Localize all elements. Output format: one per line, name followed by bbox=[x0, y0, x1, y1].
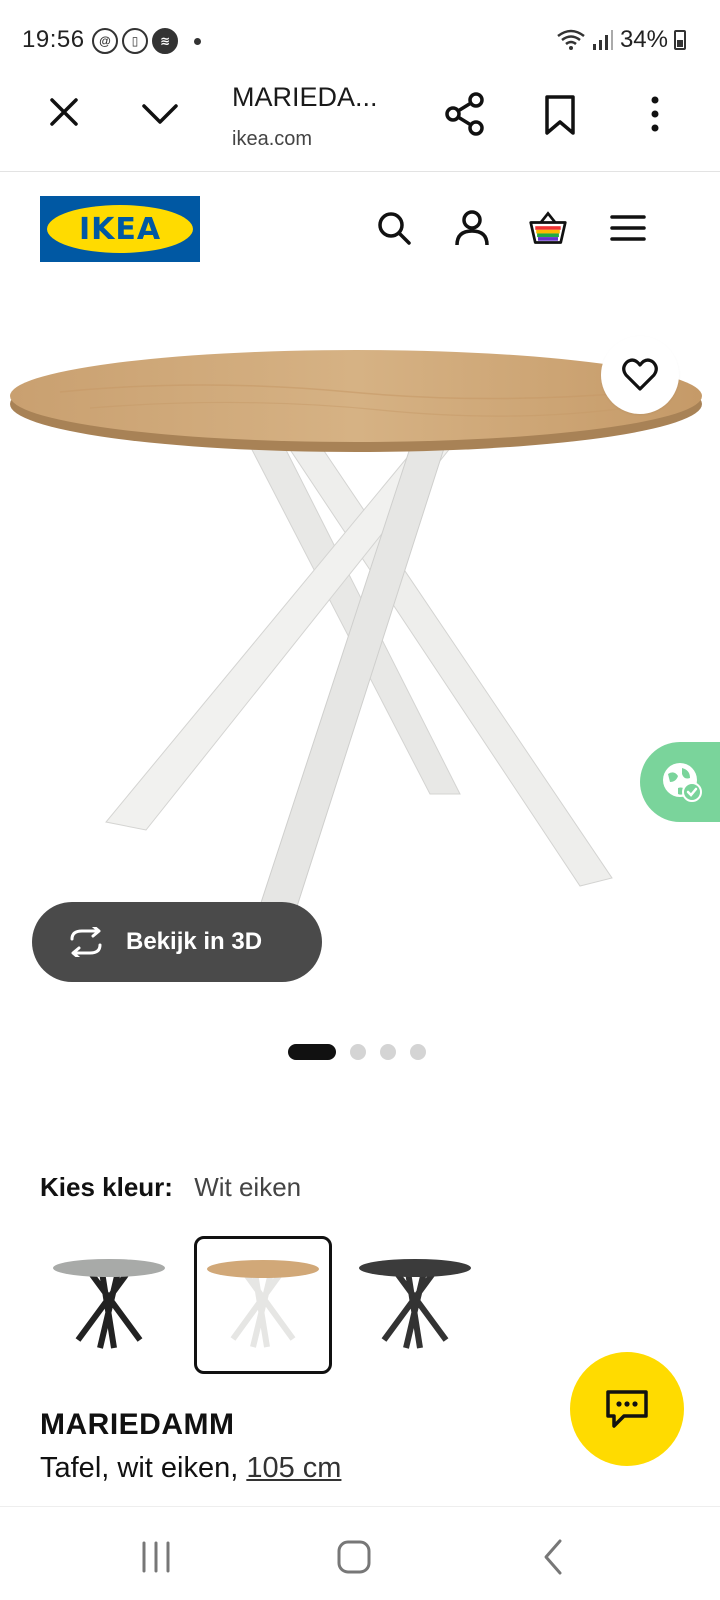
user-icon[interactable] bbox=[452, 208, 492, 248]
battery-icon bbox=[674, 30, 686, 50]
chat-button[interactable] bbox=[570, 1352, 684, 1466]
share-icon[interactable] bbox=[444, 92, 486, 136]
color-swatch-grey[interactable] bbox=[40, 1236, 178, 1374]
search-icon[interactable] bbox=[374, 208, 414, 248]
dot-icon bbox=[194, 37, 201, 45]
view-in-3d-button[interactable]: Bekijk in 3D bbox=[32, 902, 322, 982]
signal-icon bbox=[592, 30, 613, 50]
chevron-down-icon[interactable] bbox=[140, 94, 180, 134]
status-system-icons: 34% bbox=[556, 26, 686, 54]
color-swatch-oak[interactable] bbox=[194, 1236, 332, 1374]
color-selector-label: Kies kleur: Wit eiken bbox=[40, 1172, 301, 1203]
threads-icon: @ bbox=[92, 28, 118, 54]
table-oak-thumbnail bbox=[207, 1260, 319, 1348]
view-in-3d-label: Bekijk in 3D bbox=[126, 928, 263, 955]
carousel-dot[interactable] bbox=[410, 1044, 426, 1060]
heart-icon bbox=[622, 358, 658, 391]
battery-percent: 34% bbox=[619, 26, 668, 53]
menu-icon[interactable] bbox=[608, 208, 648, 248]
phone-icon: ▯ bbox=[122, 28, 148, 54]
color-value: Wit eiken bbox=[194, 1172, 302, 1202]
status-notification-icons: @ ▯ ≋ bbox=[92, 28, 201, 54]
carousel-dot[interactable] bbox=[350, 1044, 366, 1060]
ikea-logo-text: IKEA bbox=[78, 211, 162, 247]
image-carousel-indicator bbox=[288, 1044, 426, 1060]
more-options-icon[interactable] bbox=[640, 94, 670, 134]
table-grey-thumbnail bbox=[53, 1259, 165, 1349]
system-navigation-bar bbox=[0, 1506, 720, 1600]
color-swatch-black[interactable] bbox=[346, 1236, 484, 1374]
table-black-thumbnail bbox=[359, 1259, 471, 1349]
site-header: IKEA bbox=[0, 172, 720, 282]
sustainability-tab[interactable] bbox=[640, 742, 720, 822]
recent-apps-icon[interactable] bbox=[136, 1537, 176, 1577]
chat-icon bbox=[606, 1390, 648, 1428]
shopping-bag-icon[interactable] bbox=[528, 208, 568, 248]
globe-check-icon bbox=[663, 763, 702, 802]
product-size-link[interactable]: 105 cm bbox=[246, 1452, 341, 1484]
browser-toolbar: MARIEDA... ikea.com bbox=[0, 82, 720, 172]
spotify-icon: ≋ bbox=[152, 28, 178, 54]
page-title: MARIEDA... bbox=[232, 82, 378, 112]
bookmark-icon[interactable] bbox=[540, 94, 580, 136]
carousel-dot[interactable] bbox=[380, 1044, 396, 1060]
close-icon[interactable] bbox=[44, 92, 84, 132]
home-icon[interactable] bbox=[334, 1537, 374, 1577]
product-type-color: Tafel, wit eiken, bbox=[40, 1452, 247, 1484]
color-label: Kies kleur: bbox=[40, 1172, 173, 1202]
carousel-dot[interactable] bbox=[288, 1044, 336, 1060]
ikea-logo[interactable]: IKEA bbox=[40, 196, 200, 262]
page-url[interactable]: ikea.com bbox=[232, 128, 312, 151]
wifi-icon bbox=[557, 29, 585, 50]
back-icon[interactable] bbox=[534, 1537, 574, 1577]
status-bar: 19:56 @ ▯ ≋ 34% bbox=[0, 0, 720, 82]
favorite-button[interactable] bbox=[601, 336, 679, 414]
product-name: MARIEDAMM bbox=[40, 1408, 235, 1441]
product-description: Tafel, wit eiken, 105 cm bbox=[40, 1452, 341, 1485]
status-time: 19:56 bbox=[22, 26, 85, 53]
rotate-3d-icon bbox=[70, 927, 102, 957]
